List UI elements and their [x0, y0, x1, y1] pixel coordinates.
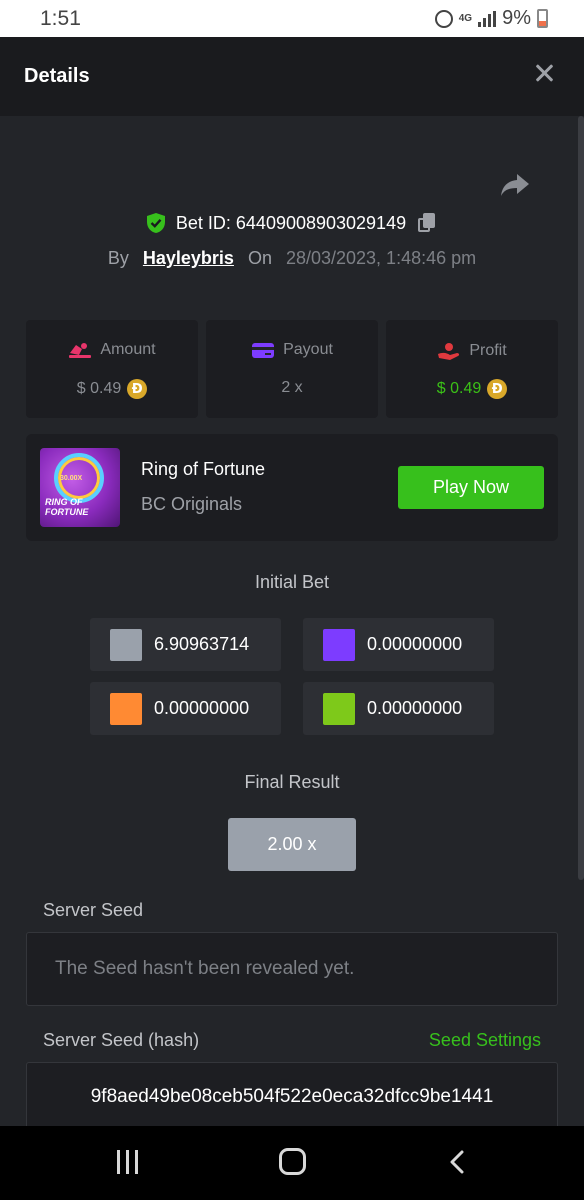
bet-chip-gray: 6.90963714	[90, 618, 281, 671]
thumb-title: RING OF FORTUNE	[45, 497, 89, 517]
back-icon[interactable]	[447, 1150, 471, 1174]
home-icon[interactable]	[279, 1148, 306, 1175]
amount-card: Amount $ 0.49 Đ	[26, 320, 198, 418]
chip-value: 6.90963714	[154, 634, 250, 654]
ring-of-fortune-thumbnail[interactable]: 30.00X RING OF FORTUNE	[40, 448, 120, 527]
final-result-title: Final Result	[244, 772, 340, 792]
status-bar: 1:51 4G 9%	[0, 0, 584, 37]
chip-value: 0.00000000	[367, 698, 463, 718]
copy-icon[interactable]	[416, 212, 438, 234]
payout-card-icon	[252, 343, 275, 358]
by-label: By	[107, 248, 129, 268]
verified-shield-icon	[146, 213, 165, 233]
purple-swatch	[323, 628, 355, 661]
profit-label: Profit	[469, 342, 507, 359]
server-seed-hash: 9f8aed49be08ceb504f522e0eca32dfcc9be1441	[90, 1086, 494, 1107]
status-time: 1:51	[40, 7, 81, 30]
battery-icon	[537, 9, 548, 28]
server-seed-value: The Seed hasn't been revealed yet.	[55, 958, 355, 979]
doge-coin-icon: Đ	[487, 379, 508, 399]
orange-swatch	[110, 692, 142, 725]
on-label: On	[247, 248, 272, 268]
bet-date: 28/03/2023, 1:48:46 pm	[285, 248, 477, 268]
battery-percent: 9%	[502, 7, 531, 29]
share-icon[interactable]	[499, 170, 531, 200]
signal-icon	[478, 10, 497, 27]
final-result-value: 2.00 x	[228, 818, 356, 871]
amount-label: Amount	[100, 341, 156, 358]
details-header: Details	[0, 37, 584, 116]
game-provider: BC Originals	[141, 494, 243, 514]
bet-id-row: Bet ID: 64409008903029149	[0, 212, 584, 234]
initial-bet-title: Initial Bet	[254, 572, 330, 592]
doge-coin-icon: Đ	[127, 379, 148, 399]
amount-value: $ 0.49	[76, 380, 122, 397]
bet-chip-orange: 0.00000000	[90, 682, 281, 735]
game-name: Ring of Fortune	[141, 459, 266, 479]
system-nav-bar	[0, 1126, 584, 1200]
server-seed-hash-field[interactable]: 9f8aed49be08ceb504f522e0eca32dfcc9be1441	[26, 1062, 558, 1132]
bet-id: Bet ID: 64409008903029149	[175, 212, 407, 233]
payout-label: Payout	[283, 341, 333, 358]
payout-value: 2 x	[281, 379, 303, 396]
game-card: 30.00X RING OF FORTUNE Ring of Fortune BC…	[26, 434, 558, 541]
play-now-button[interactable]: Play Now	[398, 466, 544, 509]
close-icon[interactable]	[532, 61, 556, 85]
server-seed-hash-label: Server Seed (hash)	[43, 1030, 200, 1050]
seed-settings-link[interactable]: Seed Settings	[429, 1030, 541, 1051]
bet-chip-purple: 0.00000000	[303, 618, 494, 671]
username-link[interactable]: Hayleybris	[143, 248, 234, 269]
alarm-icon	[434, 9, 453, 28]
bet-chip-green: 0.00000000	[303, 682, 494, 735]
bet-meta-row: By Hayleybris On 28/03/2023, 1:48:46 pm	[0, 248, 584, 269]
profit-card: Profit $ 0.49 Đ	[386, 320, 558, 418]
gray-swatch	[110, 628, 142, 661]
network-type: 4G	[458, 13, 473, 24]
chip-value: 0.00000000	[367, 634, 463, 654]
profit-value: $ 0.49	[436, 380, 482, 397]
recent-apps-icon[interactable]	[117, 1150, 141, 1174]
status-icons: 4G 9%	[434, 7, 548, 30]
profit-hand-icon	[438, 343, 460, 360]
thumb-multiplier: 30.00X	[60, 475, 83, 482]
payout-card: Payout 2 x	[206, 320, 378, 418]
page-title: Details	[24, 65, 90, 87]
chip-value: 0.00000000	[154, 698, 250, 718]
server-seed-field: The Seed hasn't been revealed yet.	[26, 932, 558, 1006]
server-seed-label: Server Seed	[43, 900, 144, 920]
amount-icon	[69, 343, 92, 358]
green-swatch	[323, 692, 355, 725]
